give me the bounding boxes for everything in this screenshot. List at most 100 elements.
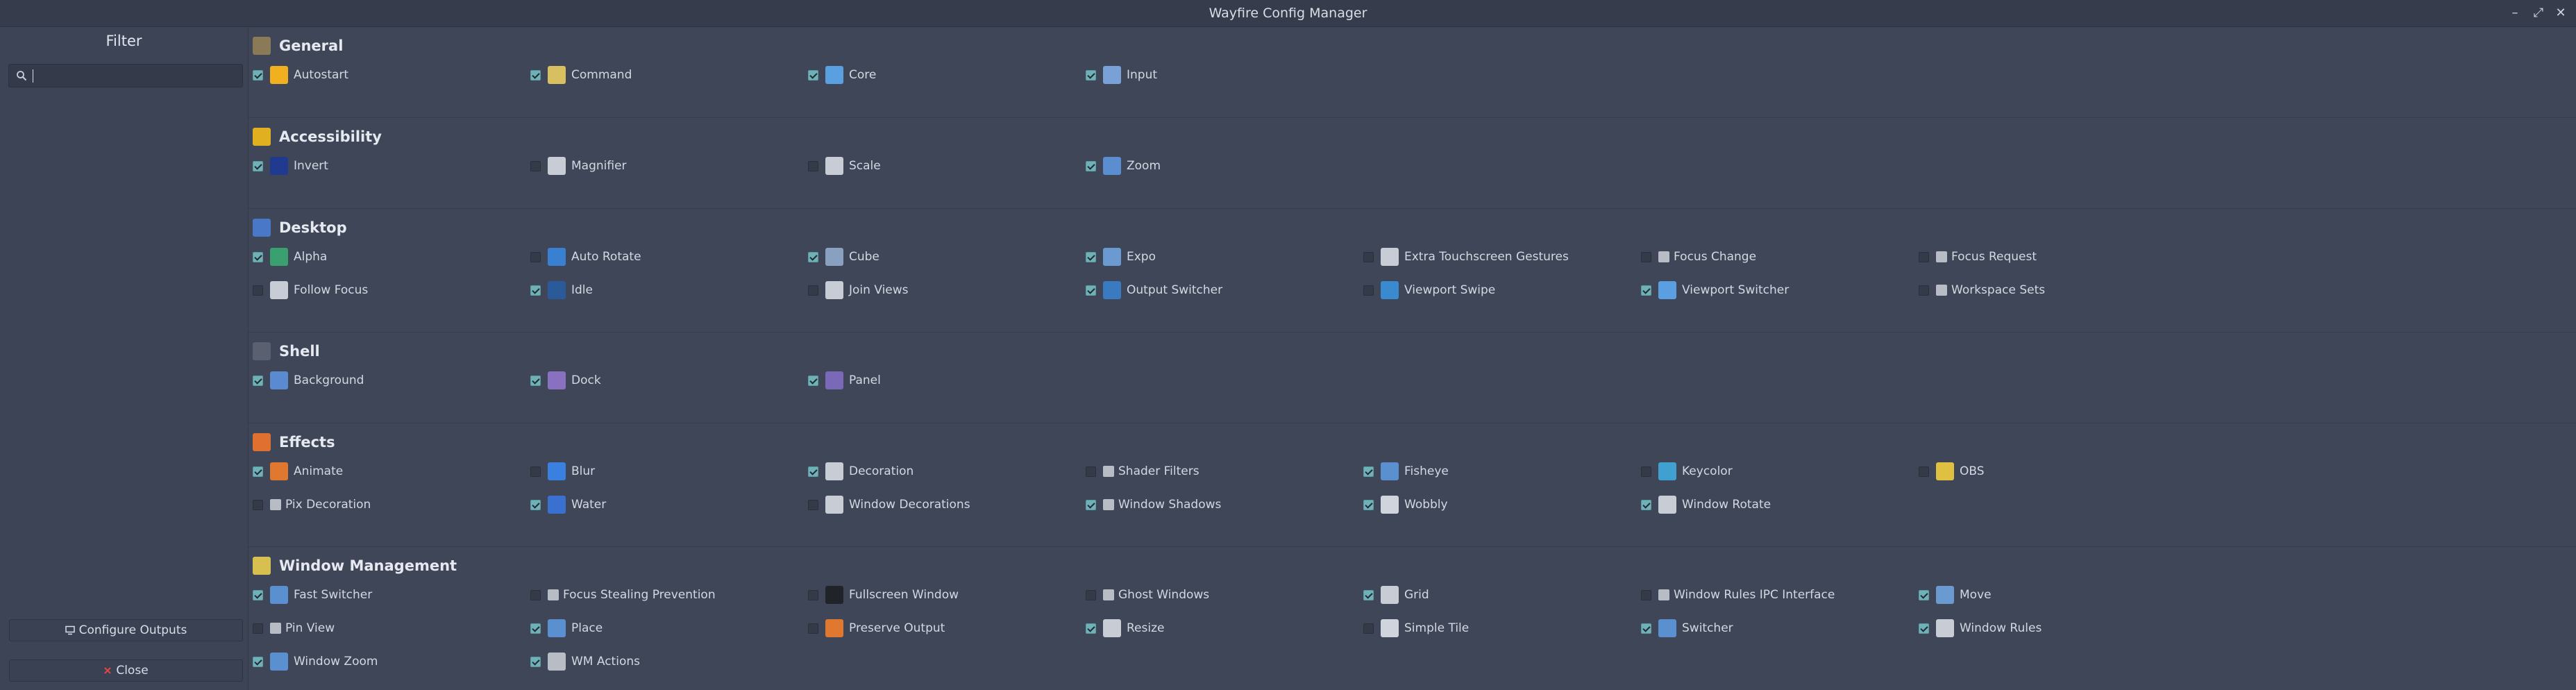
plugin-enabled-checkbox[interactable] [253,623,263,634]
plugin-enabled-checkbox[interactable] [1086,285,1096,296]
plugin-water[interactable]: Water [530,495,606,514]
plugin-enabled-checkbox[interactable] [1363,251,1374,262]
plugin-core[interactable]: Core [808,65,876,85]
plugin-enabled-checkbox[interactable] [1641,623,1651,634]
plugin-fast-switcher[interactable]: Fast Switcher [253,585,372,605]
plugin-enabled-checkbox[interactable] [1641,466,1651,477]
plugin-shader-filters[interactable]: Shader Filters [1086,462,1199,481]
search-box[interactable] [8,64,243,87]
plugin-enabled-checkbox[interactable] [1919,251,1929,262]
plugin-enabled-checkbox[interactable] [1363,285,1374,296]
plugin-enabled-checkbox[interactable] [808,160,818,171]
plugin-invert[interactable]: Invert [253,156,328,176]
plugin-viewport-switcher[interactable]: Viewport Switcher [1641,280,1789,300]
plugin-scale[interactable]: Scale [808,156,881,176]
plugin-enabled-checkbox[interactable] [530,69,541,81]
plugin-enabled-checkbox[interactable] [530,656,541,667]
plugin-enabled-checkbox[interactable] [1641,251,1651,262]
plugin-enabled-checkbox[interactable] [1086,251,1096,262]
plugin-enabled-checkbox[interactable] [1086,160,1096,171]
plugin-expo[interactable]: Expo [1086,247,1156,267]
plugin-enabled-checkbox[interactable] [530,589,541,600]
plugin-focus-request[interactable]: Focus Request [1919,247,2037,267]
window-close-button[interactable]: ✕ [2552,5,2569,22]
plugin-decoration[interactable]: Decoration [808,462,914,481]
plugin-window-rules[interactable]: Window Rules [1919,619,2042,638]
plugin-enabled-checkbox[interactable] [253,466,263,477]
plugin-place[interactable]: Place [530,619,603,638]
plugin-enabled-checkbox[interactable] [1086,623,1096,634]
plugin-alpha[interactable]: Alpha [253,247,327,267]
plugin-enabled-checkbox[interactable] [253,589,263,600]
plugin-wm-actions[interactable]: WM Actions [530,652,640,671]
plugin-zoom[interactable]: Zoom [1086,156,1161,176]
plugin-command[interactable]: Command [530,65,632,85]
plugin-idle[interactable]: Idle [530,280,593,300]
plugin-auto-rotate[interactable]: Auto Rotate [530,247,641,267]
plugin-dock[interactable]: Dock [530,371,601,390]
plugin-window-rules-ipc-interface[interactable]: Window Rules IPC Interface [1641,585,1835,605]
plugin-enabled-checkbox[interactable] [253,69,263,81]
maximize-button[interactable]: ⤢ [2530,5,2547,22]
plugin-enabled-checkbox[interactable] [253,499,263,510]
plugin-focus-stealing-prevention[interactable]: Focus Stealing Prevention [530,585,716,605]
plugin-background[interactable]: Background [253,371,364,390]
plugin-window-decorations[interactable]: Window Decorations [808,495,970,514]
plugin-grid[interactable]: Grid [1363,585,1429,605]
plugin-enabled-checkbox[interactable] [1641,589,1651,600]
plugin-animate[interactable]: Animate [253,462,343,481]
plugin-enabled-checkbox[interactable] [1919,623,1929,634]
plugin-window-shadows[interactable]: Window Shadows [1086,495,1221,514]
plugin-enabled-checkbox[interactable] [530,251,541,262]
plugin-switcher[interactable]: Switcher [1641,619,1733,638]
plugin-enabled-checkbox[interactable] [1086,466,1096,477]
plugin-enabled-checkbox[interactable] [1919,466,1929,477]
plugin-ghost-windows[interactable]: Ghost Windows [1086,585,1209,605]
plugin-enabled-checkbox[interactable] [530,375,541,386]
plugin-wobbly[interactable]: Wobbly [1363,495,1448,514]
plugin-enabled-checkbox[interactable] [1086,499,1096,510]
plugin-enabled-checkbox[interactable] [1086,69,1096,81]
plugin-fullscreen-window[interactable]: Fullscreen Window [808,585,959,605]
plugin-workspace-sets[interactable]: Workspace Sets [1919,280,2045,300]
plugin-pix-decoration[interactable]: Pix Decoration [253,495,371,514]
plugin-enabled-checkbox[interactable] [253,375,263,386]
plugin-enabled-checkbox[interactable] [253,285,263,296]
plugin-keycolor[interactable]: Keycolor [1641,462,1733,481]
plugin-window-rotate[interactable]: Window Rotate [1641,495,1771,514]
plugin-viewport-swipe[interactable]: Viewport Swipe [1363,280,1495,300]
plugin-enabled-checkbox[interactable] [808,499,818,510]
plugin-enabled-checkbox[interactable] [1641,285,1651,296]
plugin-output-switcher[interactable]: Output Switcher [1086,280,1222,300]
minimize-button[interactable]: – [2507,5,2523,22]
plugin-enabled-checkbox[interactable] [253,160,263,171]
plugin-enabled-checkbox[interactable] [253,656,263,667]
plugin-enabled-checkbox[interactable] [1363,466,1374,477]
plugin-fisheye[interactable]: Fisheye [1363,462,1449,481]
plugin-obs[interactable]: OBS [1919,462,1985,481]
plugin-enabled-checkbox[interactable] [808,251,818,262]
plugin-focus-change[interactable]: Focus Change [1641,247,1756,267]
plugin-pin-view[interactable]: Pin View [253,619,335,638]
plugin-preserve-output[interactable]: Preserve Output [808,619,945,638]
plugin-enabled-checkbox[interactable] [808,285,818,296]
plugin-autostart[interactable]: Autostart [253,65,348,85]
plugin-enabled-checkbox[interactable] [1363,589,1374,600]
plugin-simple-tile[interactable]: Simple Tile [1363,619,1469,638]
plugin-join-views[interactable]: Join Views [808,280,909,300]
plugin-enabled-checkbox[interactable] [808,69,818,81]
plugin-enabled-checkbox[interactable] [530,623,541,634]
plugin-extra-touchscreen-gestures[interactable]: Extra Touchscreen Gestures [1363,247,1569,267]
plugin-enabled-checkbox[interactable] [530,285,541,296]
plugin-enabled-checkbox[interactable] [530,160,541,171]
plugin-resize[interactable]: Resize [1086,619,1164,638]
plugin-input[interactable]: Input [1086,65,1157,85]
plugin-enabled-checkbox[interactable] [1086,589,1096,600]
search-input[interactable] [33,67,237,85]
plugin-move[interactable]: Move [1919,585,1992,605]
plugin-enabled-checkbox[interactable] [530,499,541,510]
plugin-enabled-checkbox[interactable] [1641,499,1651,510]
plugin-enabled-checkbox[interactable] [530,466,541,477]
plugin-enabled-checkbox[interactable] [1363,623,1374,634]
plugin-enabled-checkbox[interactable] [253,251,263,262]
